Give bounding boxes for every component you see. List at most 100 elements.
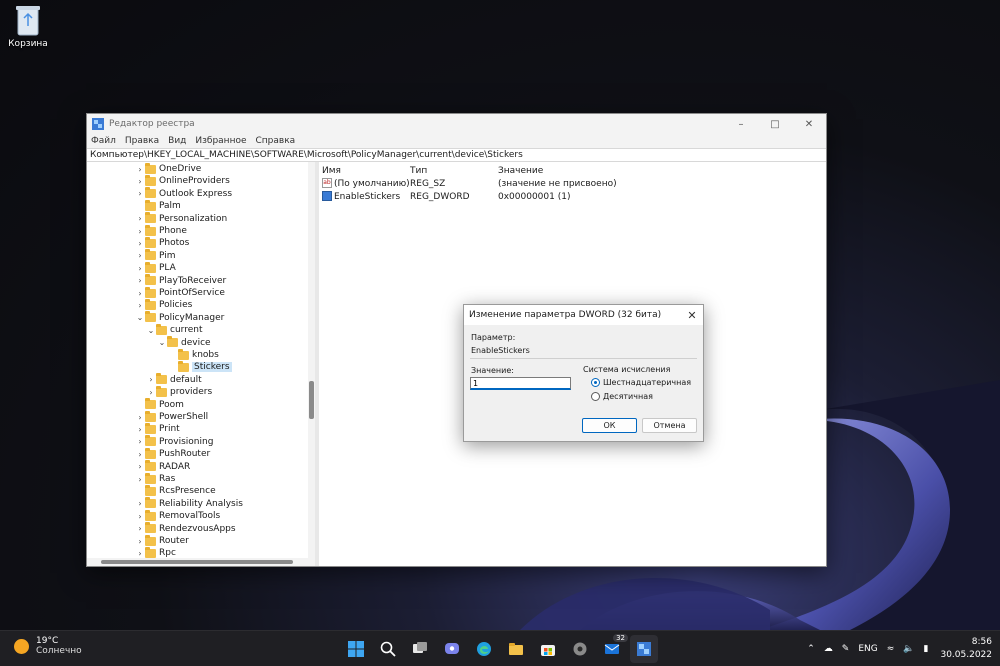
tree-item[interactable]: › Router <box>135 534 189 547</box>
tree-horizontal-scrollbar[interactable] <box>87 558 315 566</box>
regedit-taskbar-button[interactable] <box>630 635 658 663</box>
cancel-button[interactable]: Отмена <box>642 418 697 433</box>
battery-icon[interactable]: ▮ <box>924 644 929 654</box>
chevron-right-icon[interactable]: › <box>135 289 145 298</box>
recycle-bin[interactable]: Корзина <box>6 4 50 49</box>
close-button[interactable]: ✕ <box>792 114 826 134</box>
tree-item[interactable]: › PushRouter <box>135 447 210 460</box>
column-type[interactable]: Тип <box>410 166 427 176</box>
tree-item[interactable]: ⌄ current <box>146 323 202 336</box>
task-view-button[interactable] <box>406 635 434 663</box>
chevron-right-icon[interactable]: › <box>135 437 145 446</box>
chevron-right-icon[interactable]: › <box>135 524 145 533</box>
tree-item[interactable]: ⌄ device <box>157 336 211 349</box>
value-row[interactable]: EnableStickers REG_DWORD 0x00000001 (1) <box>319 190 719 203</box>
language-indicator[interactable]: ENG <box>858 644 877 654</box>
settings-button[interactable] <box>566 635 594 663</box>
tree-item[interactable]: › Photos <box>135 236 189 249</box>
tree-item[interactable]: › Rpc <box>135 546 176 559</box>
tree-item[interactable]: Poom <box>135 398 184 411</box>
chevron-right-icon[interactable]: › <box>135 450 145 459</box>
tree-item[interactable]: › RemovalTools <box>135 509 220 522</box>
value-data-input[interactable] <box>470 377 571 390</box>
chevron-right-icon[interactable]: › <box>135 425 145 434</box>
wifi-icon[interactable]: ≈ <box>887 644 895 654</box>
radio-decimal[interactable]: Десятичная <box>591 392 653 401</box>
chevron-right-icon[interactable]: › <box>135 301 145 310</box>
chevron-right-icon[interactable]: › <box>135 499 145 508</box>
tree-item[interactable]: › OnlineProviders <box>135 174 230 187</box>
tree-item[interactable]: › Personalization <box>135 212 227 225</box>
title-bar[interactable]: Редактор реестра – □ ✕ <box>87 114 826 134</box>
chevron-right-icon[interactable]: › <box>135 462 145 471</box>
tree-item[interactable]: › PointOfService <box>135 286 225 299</box>
weather-widget[interactable]: 19°C Солнечно <box>14 636 82 656</box>
scroll-thumb[interactable] <box>101 560 293 564</box>
ok-button[interactable]: ОК <box>582 418 637 433</box>
tree-item[interactable]: Palm <box>135 199 181 212</box>
tree-item[interactable]: Stickers <box>168 360 232 373</box>
chevron-up-icon[interactable]: ⌃ <box>807 644 815 654</box>
tree-item[interactable]: › Provisioning <box>135 435 213 448</box>
chevron-down-icon[interactable]: ⌄ <box>135 313 145 322</box>
edge-button[interactable] <box>470 635 498 663</box>
tree-item[interactable]: ⌄ PolicyManager <box>135 311 224 324</box>
tree-item[interactable]: › Outlook Express <box>135 187 232 200</box>
tree-item[interactable]: › Phone <box>135 224 187 237</box>
chevron-right-icon[interactable]: › <box>135 165 145 174</box>
menu-view[interactable]: Вид <box>168 136 186 146</box>
chevron-right-icon[interactable]: › <box>135 537 145 546</box>
chevron-right-icon[interactable]: › <box>135 251 145 260</box>
chevron-right-icon[interactable]: › <box>135 239 145 248</box>
chevron-right-icon[interactable]: › <box>135 214 145 223</box>
column-value[interactable]: Значение <box>498 166 543 176</box>
scroll-thumb[interactable] <box>309 381 314 419</box>
clock[interactable]: 8:56 30.05.2022 <box>940 636 992 662</box>
tree-item[interactable]: RcsPresence <box>135 484 216 497</box>
minimize-button[interactable]: – <box>724 114 758 134</box>
chevron-right-icon[interactable]: › <box>135 227 145 236</box>
chevron-right-icon[interactable]: › <box>135 264 145 273</box>
dialog-title-bar[interactable]: Изменение параметра DWORD (32 бита) ✕ <box>464 305 703 325</box>
tree-item[interactable]: knobs <box>168 348 219 361</box>
tree-item[interactable]: › PlayToReceiver <box>135 274 226 287</box>
column-name[interactable]: Имя <box>322 166 341 176</box>
volume-icon[interactable]: 🔈 <box>903 644 914 654</box>
chevron-down-icon[interactable]: ⌄ <box>146 326 156 335</box>
search-button[interactable] <box>374 635 402 663</box>
menu-edit[interactable]: Правка <box>125 136 159 146</box>
chevron-right-icon[interactable]: › <box>135 413 145 422</box>
tree-item[interactable]: › OneDrive <box>135 162 201 175</box>
chevron-right-icon[interactable]: › <box>135 276 145 285</box>
address-bar[interactable]: Компьютер\HKEY_LOCAL_MACHINE\SOFTWARE\Mi… <box>87 148 826 162</box>
file-explorer-button[interactable] <box>502 635 530 663</box>
tree-item[interactable]: › Reliability Analysis <box>135 497 243 510</box>
pen-icon[interactable]: ✎ <box>842 644 850 654</box>
value-row[interactable]: ab (По умолчанию) REG_SZ (значение не пр… <box>319 177 719 190</box>
chevron-right-icon[interactable]: › <box>135 189 145 198</box>
menu-help[interactable]: Справка <box>256 136 296 146</box>
radio-hexadecimal[interactable]: Шестнадцатеричная <box>591 378 691 387</box>
tree-item[interactable]: › RADAR <box>135 460 190 473</box>
tree-item[interactable]: › providers <box>146 385 212 398</box>
chevron-right-icon[interactable]: › <box>135 475 145 484</box>
tree-item[interactable]: › Ras <box>135 472 175 485</box>
chevron-down-icon[interactable]: ⌄ <box>157 338 167 347</box>
chevron-right-icon[interactable]: › <box>146 388 156 397</box>
tree-item[interactable]: › PowerShell <box>135 410 208 423</box>
mail-button[interactable]: 32 <box>598 634 628 663</box>
onedrive-icon[interactable]: ☁ <box>824 644 833 654</box>
menu-file[interactable]: Файл <box>91 136 116 146</box>
menu-favorites[interactable]: Избранное <box>195 136 246 146</box>
chat-button[interactable] <box>438 635 466 663</box>
store-button[interactable] <box>534 635 562 663</box>
tree-vertical-scrollbar[interactable] <box>308 162 315 562</box>
tree-item[interactable]: › PLA <box>135 261 176 274</box>
start-button[interactable] <box>342 635 370 663</box>
tree-item[interactable]: › RendezvousApps <box>135 522 236 535</box>
tree-item[interactable]: › Print <box>135 422 180 435</box>
tree-item[interactable]: › default <box>146 373 202 386</box>
chevron-right-icon[interactable]: › <box>135 549 145 558</box>
dialog-close-button[interactable]: ✕ <box>681 309 703 322</box>
tree-item[interactable]: › Policies <box>135 298 192 311</box>
